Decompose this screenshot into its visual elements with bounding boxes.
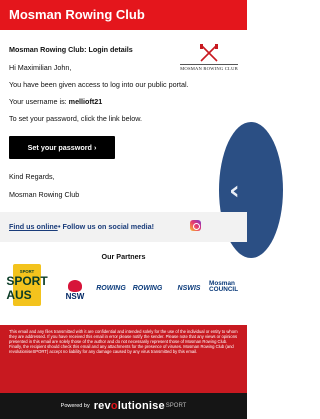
regards: Kind Regards, bbox=[9, 172, 55, 181]
sport-aus-logo[interactable]: SPORT SPORT AUS bbox=[6, 264, 48, 306]
rowing-logo-1[interactable]: ROWING bbox=[95, 281, 127, 295]
chevron-left-icon: ‹ bbox=[229, 176, 240, 206]
brand-accent: o bbox=[110, 400, 118, 412]
oars-crest-icon bbox=[200, 44, 218, 62]
partners-title: Our Partners bbox=[101, 252, 146, 261]
set-password-button[interactable]: Set your password › bbox=[9, 136, 115, 159]
brand-rest: lutionise bbox=[117, 400, 165, 412]
follow-text: • Follow us on social media! bbox=[58, 222, 154, 231]
social-bar: Find us online • Follow us on social med… bbox=[0, 212, 247, 242]
crest-text: MOSMAN ROWING CLUB bbox=[180, 64, 238, 71]
instagram-icon[interactable] bbox=[190, 220, 201, 231]
sport-aus-text: SPORT AUS bbox=[6, 273, 48, 302]
username-value: mellioft21 bbox=[68, 97, 103, 106]
password-instruction: To set your password, click the link bel… bbox=[9, 114, 143, 123]
email-subject: Mosman Rowing Club: Login details bbox=[9, 45, 133, 54]
access-text: You have been given access to log into o… bbox=[9, 80, 189, 89]
revolutionise-logo[interactable]: revolutionise bbox=[94, 400, 165, 412]
rowing-logo-2[interactable]: ROWING bbox=[130, 281, 165, 295]
disclaimer: This email and any files transmitted wit… bbox=[0, 325, 247, 393]
nsw-logo[interactable]: NSW bbox=[60, 276, 90, 304]
waratah-icon bbox=[68, 279, 82, 292]
username-line: Your username is: mellioft21 bbox=[9, 97, 102, 106]
club-crest: MOSMAN ROWING CLUB bbox=[180, 43, 238, 73]
nswis-logo[interactable]: NSWIS bbox=[170, 281, 208, 295]
brand-main: rev bbox=[93, 400, 111, 412]
mosman-council-logo[interactable]: Mosman COUNCIL bbox=[209, 277, 245, 297]
footer: Powered by revolutionise SPORT bbox=[0, 393, 247, 419]
email-body: Mosman Rowing Club: Login details MOSMAN… bbox=[0, 30, 247, 242]
nsw-text: NSW bbox=[65, 291, 85, 301]
mosman-council-text: Mosman COUNCIL bbox=[209, 280, 239, 293]
club-header: Mosman Rowing Club bbox=[0, 0, 247, 30]
username-label: Your username is: bbox=[9, 97, 67, 106]
greeting: Hi Maximilian John, bbox=[9, 63, 72, 72]
signoff: Mosman Rowing Club bbox=[9, 190, 80, 199]
powered-by-text: Powered by bbox=[60, 403, 90, 409]
find-us-link[interactable]: Find us online bbox=[9, 222, 58, 231]
brand-sport: SPORT bbox=[165, 403, 187, 409]
partner-logos: SPORT SPORT AUS NSW ROWING ROWING NSWIS … bbox=[0, 264, 247, 324]
